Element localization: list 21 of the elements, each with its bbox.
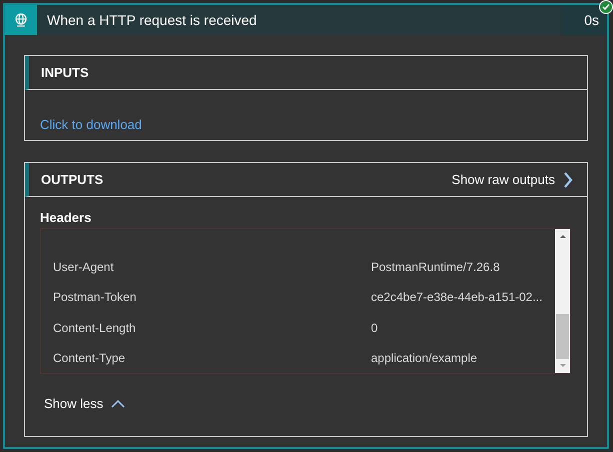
- header-value: ce2c4be7-e38e-44eb-a151-02...: [371, 289, 542, 306]
- raw-outputs-link[interactable]: Show raw outputs: [452, 170, 573, 190]
- chevron-up-icon: [111, 399, 126, 408]
- scrollbar[interactable]: [555, 229, 570, 373]
- show-less-link[interactable]: Show less: [40, 394, 126, 414]
- header-name: Postman-Token: [53, 289, 138, 306]
- section-heading: OUTPUTS: [41, 170, 104, 189]
- duration-label: 0s: [563, 5, 607, 35]
- globe-icon: [5, 5, 37, 35]
- header-name: Content-Length: [53, 320, 137, 337]
- scrollbar-thumb[interactable]: [556, 314, 569, 359]
- headers-label: Headers: [40, 209, 92, 226]
- card-title: When a HTTP request is received: [46, 10, 258, 30]
- header-value: PostmanRuntime/7.26.8: [371, 259, 500, 276]
- header-name: User-Agent: [53, 259, 115, 276]
- header-value: application/example: [371, 350, 478, 367]
- chevron-right-icon: [563, 172, 573, 188]
- header-value: 0: [371, 320, 378, 337]
- section-heading: INPUTS: [41, 64, 90, 82]
- download-link[interactable]: Click to download: [40, 117, 142, 132]
- header-name: Content-Type: [53, 350, 126, 367]
